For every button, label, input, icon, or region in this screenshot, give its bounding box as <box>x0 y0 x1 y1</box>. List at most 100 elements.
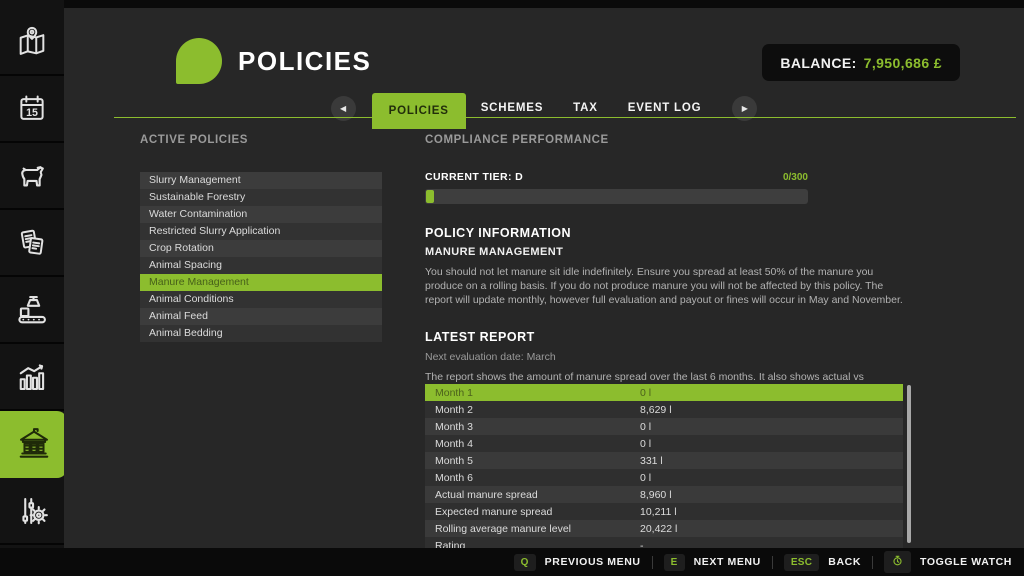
key-badge: E <box>664 554 685 571</box>
policy-list-item[interactable]: Manure Management <box>140 274 382 291</box>
key-badge <box>884 551 911 573</box>
active-policies-heading: ACTIVE POLICIES <box>140 134 382 146</box>
hint-divider <box>772 556 773 569</box>
settings-icon <box>14 493 50 529</box>
chevron-left-icon: ◀ <box>340 104 346 113</box>
tab-tax[interactable]: TAX <box>558 92 613 124</box>
key-hint-label: NEXT MENU <box>694 556 761 568</box>
key-hint-label: TOGGLE WATCH <box>920 556 1012 568</box>
chevron-right-icon: ▶ <box>742 104 748 113</box>
policy-list-item[interactable]: Animal Bedding <box>140 325 382 342</box>
tab-policies[interactable]: POLICIES <box>372 93 466 129</box>
report-row-value: - <box>640 540 903 549</box>
key-hint-bar: QPREVIOUS MENU E NEXT MENU ESCBACK TOGGLE WA… <box>0 548 1024 576</box>
report-row-value: 10,211 l <box>640 506 903 518</box>
policy-list-item[interactable]: Crop Rotation <box>140 240 382 257</box>
main-panel: POLICIES BALANCE: 7,950,686 £ ◀ POLICIES… <box>64 8 1024 548</box>
balance-badge: BALANCE: 7,950,686 £ <box>762 44 960 81</box>
report-row-value: 20,422 l <box>640 523 903 535</box>
policy-list-item[interactable]: Slurry Management <box>140 172 382 189</box>
balance-value: 7,950,686 £ <box>864 55 942 71</box>
sidebar-item-map[interactable] <box>0 9 64 76</box>
tier-row: CURRENT TIER: D 0/300 <box>425 171 808 183</box>
report-row-label: Expected manure spread <box>425 506 640 518</box>
policy-detail-panel: COMPLIANCE PERFORMANCE CURRENT TIER: D 0… <box>425 134 907 412</box>
sidebar-item-statistics[interactable] <box>0 344 64 411</box>
key-hint-next-menu[interactable]: E NEXT MENU <box>664 554 761 571</box>
report-row: Month 28,629 l <box>425 401 903 418</box>
active-policies-panel: ACTIVE POLICIES Slurry ManagementSustain… <box>140 134 382 342</box>
sidebar-item-finances[interactable] <box>0 411 67 478</box>
report-row-label: Month 6 <box>425 472 640 484</box>
report-row: Month 30 l <box>425 418 903 435</box>
policy-list-item[interactable]: Restricted Slurry Application <box>140 223 382 240</box>
sidebar-item-settings[interactable] <box>0 478 64 545</box>
report-row-value: 0 l <box>640 438 903 450</box>
tab-bar: ◀ POLICIESSCHEMESTAXEVENT LOG ▶ <box>64 92 1024 124</box>
policies-screen: 15 POLICIES BALANCE: 7,950,686 £ ◀ POLIC… <box>0 0 1024 576</box>
report-row: Month 60 l <box>425 469 903 486</box>
report-row-value: 0 l <box>640 472 903 484</box>
report-row-value: 8,629 l <box>640 404 903 416</box>
report-row-label: Month 5 <box>425 455 640 467</box>
map-pin-icon <box>15 25 49 59</box>
report-row: Month 40 l <box>425 435 903 452</box>
key-hint-toggle-watch[interactable]: TOGGLE WATCH <box>884 551 1012 573</box>
report-row-value: 8,960 l <box>640 489 903 501</box>
policies-documents-icon <box>176 38 222 84</box>
report-row: Month 10 l <box>425 384 903 401</box>
policy-list-item[interactable]: Animal Conditions <box>140 291 382 308</box>
policy-list-item[interactable]: Animal Spacing <box>140 257 382 274</box>
hint-divider <box>652 556 653 569</box>
svg-text:15: 15 <box>26 106 38 118</box>
next-evaluation-date: Next evaluation date: March <box>425 351 907 363</box>
watch-icon <box>891 554 904 570</box>
cow-icon <box>14 158 50 194</box>
production-icon <box>14 292 50 328</box>
balance-label: BALANCE: <box>780 55 856 71</box>
key-badge: ESC <box>784 554 819 571</box>
stats-icon <box>14 359 50 395</box>
sidebar-item-animals[interactable] <box>0 143 64 210</box>
report-row-label: Rating <box>425 540 640 549</box>
report-row-label: Month 2 <box>425 404 640 416</box>
sidebar-item-production[interactable] <box>0 277 64 344</box>
tab-event-log[interactable]: EVENT LOG <box>613 92 717 124</box>
page-header: POLICIES <box>176 38 371 84</box>
report-row-label: Rolling average manure level <box>425 523 640 535</box>
sidebar-item-calendar[interactable]: 15 <box>0 76 64 143</box>
sidebar-item-contracts[interactable] <box>0 210 64 277</box>
calendar-icon: 15 <box>15 92 49 126</box>
policy-info-heading: POLICY INFORMATION <box>425 226 907 240</box>
policy-list-item[interactable]: Sustainable Forestry <box>140 189 382 206</box>
report-row: Rating- <box>425 537 903 548</box>
policy-list-item[interactable]: Water Contamination <box>140 206 382 223</box>
report-row-label: Actual manure spread <box>425 489 640 501</box>
report-row-label: Month 4 <box>425 438 640 450</box>
compliance-heading: COMPLIANCE PERFORMANCE <box>425 134 907 146</box>
report-row-value: 0 l <box>640 421 903 433</box>
key-hint-back[interactable]: ESCBACK <box>784 554 861 571</box>
report-row-value: 331 l <box>640 455 903 467</box>
report-row: Rolling average manure level20,422 l <box>425 520 903 537</box>
sidebar: 15 <box>0 0 64 548</box>
report-table: Month 10 lMonth 28,629 lMonth 30 lMonth … <box>425 384 903 548</box>
current-tier-label: CURRENT TIER: D <box>425 171 523 183</box>
report-row-label: Month 1 <box>425 387 640 399</box>
policy-list-item[interactable]: Animal Feed <box>140 308 382 325</box>
report-row: Expected manure spread10,211 l <box>425 503 903 520</box>
report-row-label: Month 3 <box>425 421 640 433</box>
tab-list: POLICIESSCHEMESTAXEVENT LOG <box>372 92 717 124</box>
report-row: Actual manure spread8,960 l <box>425 486 903 503</box>
hint-divider <box>872 556 873 569</box>
tab-schemes[interactable]: SCHEMES <box>466 92 558 124</box>
bank-icon <box>15 425 53 463</box>
compliance-progress-fill <box>426 190 434 203</box>
key-hint-previous-menu[interactable]: QPREVIOUS MENU <box>514 554 641 571</box>
policy-name: MANURE MANAGEMENT <box>425 246 907 258</box>
report-scrollbar[interactable] <box>907 385 911 543</box>
page-title: POLICIES <box>238 46 371 77</box>
compliance-progress-bar <box>425 189 808 204</box>
report-row: Month 5331 l <box>425 452 903 469</box>
tab-underline <box>114 117 1016 118</box>
